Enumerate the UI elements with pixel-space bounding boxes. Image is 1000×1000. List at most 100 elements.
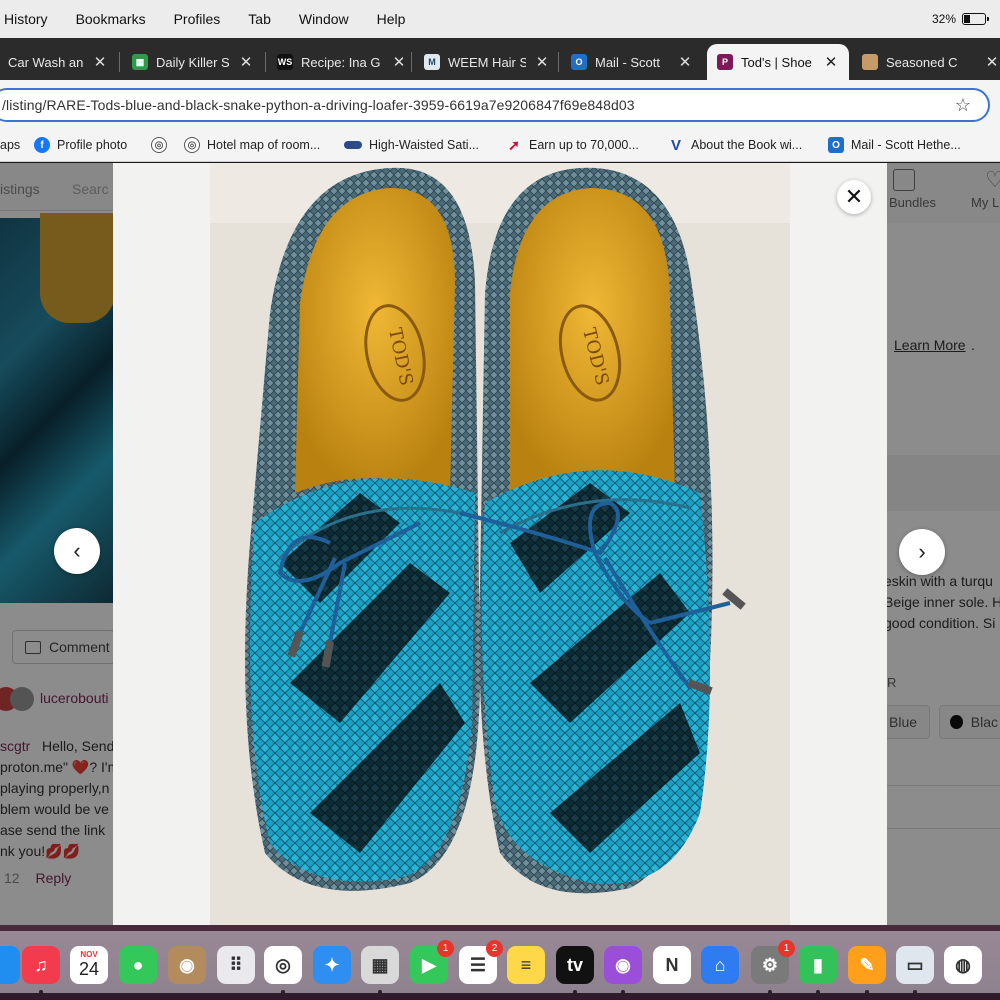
bookmark-star-icon[interactable]: ☆ — [948, 95, 978, 116]
safari-app-icon[interactable]: ✦ — [313, 946, 351, 984]
tab-seasoned[interactable]: Seasoned C ✕ — [862, 44, 1000, 80]
bookmark-mail[interactable]: O Mail - Scott Hethe... — [828, 128, 961, 162]
facetime-app-icon[interactable]: ▶ 1 — [410, 940, 454, 984]
launchpad-app-icon[interactable]: ⠿ — [217, 946, 255, 984]
close-icon[interactable]: ✕ — [677, 53, 693, 71]
notes-app-icon[interactable]: ≡ — [507, 946, 545, 984]
contacts-glyph: ◉ — [179, 954, 195, 975]
menu-bookmarks[interactable]: Bookmarks — [76, 11, 146, 27]
close-icon[interactable]: ✕ — [92, 53, 108, 71]
running-indicator — [281, 990, 285, 994]
web-page: istings Searc Comment lucerobouti scgtr … — [0, 163, 1000, 925]
notification-badge: 2 — [486, 940, 503, 957]
reminders-app-icon[interactable]: ☰ 2 — [459, 940, 503, 984]
previous-image-button[interactable]: ‹ — [54, 528, 100, 574]
news-app-icon[interactable]: N — [653, 946, 691, 984]
battery-icon — [962, 13, 989, 25]
tab-label: Tod's | Shoe — [741, 54, 812, 70]
battery-fill — [964, 15, 970, 23]
bookmark-label: Earn up to 70,000... — [529, 138, 639, 152]
close-icon: ✕ — [844, 184, 864, 209]
outlook-icon: O — [571, 54, 587, 70]
music-app-icon[interactable]: ♫ — [22, 946, 60, 984]
messages-app-icon[interactable]: ● — [119, 946, 157, 984]
bookmark-about-book[interactable]: V About the Book wi... — [668, 128, 802, 162]
close-icon[interactable]: ✕ — [534, 53, 550, 71]
bookmark-label: aps — [0, 138, 21, 152]
keynote-app-icon[interactable]: ⌂ — [701, 946, 739, 984]
contacts-app-icon[interactable]: ◉ — [168, 946, 206, 984]
numbers-glyph: ▮ — [813, 954, 823, 975]
battery-percent: 32% — [931, 12, 956, 26]
running-indicator — [378, 990, 382, 994]
url-text[interactable]: /listing/RARE-Tods-blue-and-black-snake-… — [2, 97, 948, 113]
outlook-icon: O — [828, 137, 844, 153]
browser-toolbar: /listing/RARE-Tods-blue-and-black-snake-… — [0, 80, 1000, 128]
bookmark-globe[interactable]: ◎ — [151, 128, 174, 162]
tab-label: Seasoned C — [886, 54, 958, 70]
system-settings-glyph: ⚙ — [761, 954, 779, 975]
reminders-glyph: ☰ — [469, 954, 487, 975]
finder-app-icon[interactable] — [0, 946, 20, 984]
podcasts-app-icon[interactable]: ◉ — [604, 946, 642, 984]
bookmark-earn-up[interactable]: ➚ Earn up to 70,000... — [506, 128, 639, 162]
battery-status[interactable]: 32% — [931, 0, 989, 38]
bookmark-maps[interactable]: aps — [0, 128, 20, 162]
running-indicator — [816, 990, 820, 994]
calendar-day: 24 — [78, 959, 100, 979]
tab-separator — [558, 52, 559, 72]
notification-badge: 1 — [778, 940, 795, 957]
tab-car-wash[interactable]: Car Wash and ✕ — [8, 44, 108, 80]
close-icon[interactable]: ✕ — [238, 53, 254, 71]
chrome-glyph: ◎ — [275, 954, 291, 975]
apple-tv-app-icon[interactable]: tv — [556, 946, 594, 984]
close-icon[interactable]: ✕ — [984, 53, 1000, 71]
menu-history[interactable]: History — [4, 11, 48, 27]
pages-app-icon[interactable]: ✎ — [848, 946, 886, 984]
calculator-app-icon[interactable]: ▦ — [361, 946, 399, 984]
system-settings-app-icon[interactable]: ⚙ 1 — [751, 940, 795, 984]
preview-app-icon[interactable]: ▭ — [896, 946, 934, 984]
menu-profiles[interactable]: Profiles — [174, 11, 221, 27]
facebook-icon: f — [34, 137, 50, 153]
united-glyph: ◍ — [955, 954, 971, 975]
close-icon[interactable]: ✕ — [823, 53, 839, 71]
tab-separator — [411, 52, 412, 72]
united-app-icon[interactable]: ◍ — [944, 946, 982, 984]
tab-weem[interactable]: M WEEM Hair S ✕ — [424, 44, 550, 80]
tab-label: Car Wash and — [8, 54, 84, 70]
launchpad-glyph: ⠿ — [229, 954, 243, 975]
bookmark-hotel-map[interactable]: ◎ Hotel map of room... — [184, 128, 320, 162]
tab-daily-killer[interactable]: ▦ Daily Killer S ✕ — [132, 44, 254, 80]
bookmark-profile-photo[interactable]: f Profile photo — [34, 128, 127, 162]
keynote-glyph: ⌂ — [714, 954, 726, 975]
menu-help[interactable]: Help — [377, 11, 406, 27]
calendar-app-icon[interactable]: NOV 24 — [70, 946, 108, 984]
menu-window[interactable]: Window — [299, 11, 349, 27]
bookmark-label: Hotel map of room... — [207, 138, 321, 152]
tab-tods-active[interactable]: P Tod's | Shoe ✕ — [707, 44, 849, 80]
close-lightbox-button[interactable]: ✕ — [837, 180, 871, 214]
chrome-app-icon[interactable]: ◎ — [264, 946, 302, 984]
menu-tab[interactable]: Tab — [248, 11, 271, 27]
bookmark-high-waisted[interactable]: High-Waisted Sati... — [344, 128, 479, 162]
close-icon[interactable]: ✕ — [391, 53, 407, 71]
tab-label: Recipe: Ina G — [301, 54, 381, 70]
bookmark-label: High-Waisted Sati... — [369, 138, 479, 152]
tab-mail[interactable]: O Mail - Scott ✕ — [571, 44, 693, 80]
running-indicator — [39, 990, 43, 994]
v-icon: V — [670, 136, 681, 154]
running-indicator — [865, 990, 869, 994]
next-image-button[interactable]: › — [899, 529, 945, 575]
running-indicator — [913, 990, 917, 994]
calendar-month: NOV — [80, 950, 98, 959]
address-bar[interactable]: /listing/RARE-Tods-blue-and-black-snake-… — [0, 88, 990, 122]
tab-recipe[interactable]: WS Recipe: Ina G ✕ — [277, 44, 407, 80]
apple-tv-glyph: tv — [566, 954, 583, 975]
chevron-left-icon: ‹ — [73, 538, 81, 563]
tab-separator — [265, 52, 266, 72]
snakeskin-loafers-image: TOD'S TOD'S — [210, 163, 790, 925]
ws-icon: WS — [277, 54, 293, 70]
chevron-right-icon: › — [918, 539, 926, 564]
numbers-app-icon[interactable]: ▮ — [799, 946, 837, 984]
